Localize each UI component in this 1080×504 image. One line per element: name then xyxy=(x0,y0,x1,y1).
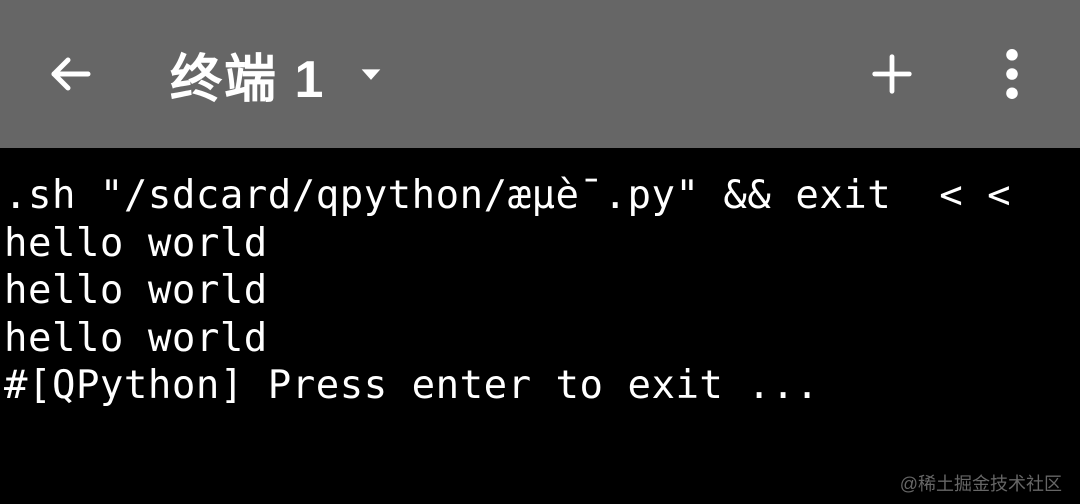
more-options-button[interactable] xyxy=(992,44,1032,104)
terminal-line: hello world xyxy=(4,315,1076,363)
terminal-line: .sh "/sdcard/qpython/æµè¯.py" && exit < … xyxy=(4,172,1076,220)
plus-icon xyxy=(869,51,915,97)
terminal-output[interactable]: .sh "/sdcard/qpython/æµè¯.py" && exit < … xyxy=(0,148,1080,410)
add-terminal-button[interactable] xyxy=(862,44,922,104)
watermark: @稀土掘金技术社区 xyxy=(900,470,1062,496)
app-header: 终端 1 xyxy=(0,0,1080,148)
terminal-line: #[QPython] Press enter to exit ... xyxy=(4,362,1076,410)
terminal-line: hello world xyxy=(4,267,1076,315)
chevron-down-icon xyxy=(357,60,385,88)
terminal-line: hello world xyxy=(4,220,1076,268)
back-button[interactable] xyxy=(40,44,100,104)
terminal-title-dropdown[interactable]: 终端 1 xyxy=(170,37,385,112)
terminal-title: 终端 1 xyxy=(170,37,325,112)
more-vertical-icon xyxy=(1006,49,1018,99)
arrow-left-icon xyxy=(46,50,94,98)
